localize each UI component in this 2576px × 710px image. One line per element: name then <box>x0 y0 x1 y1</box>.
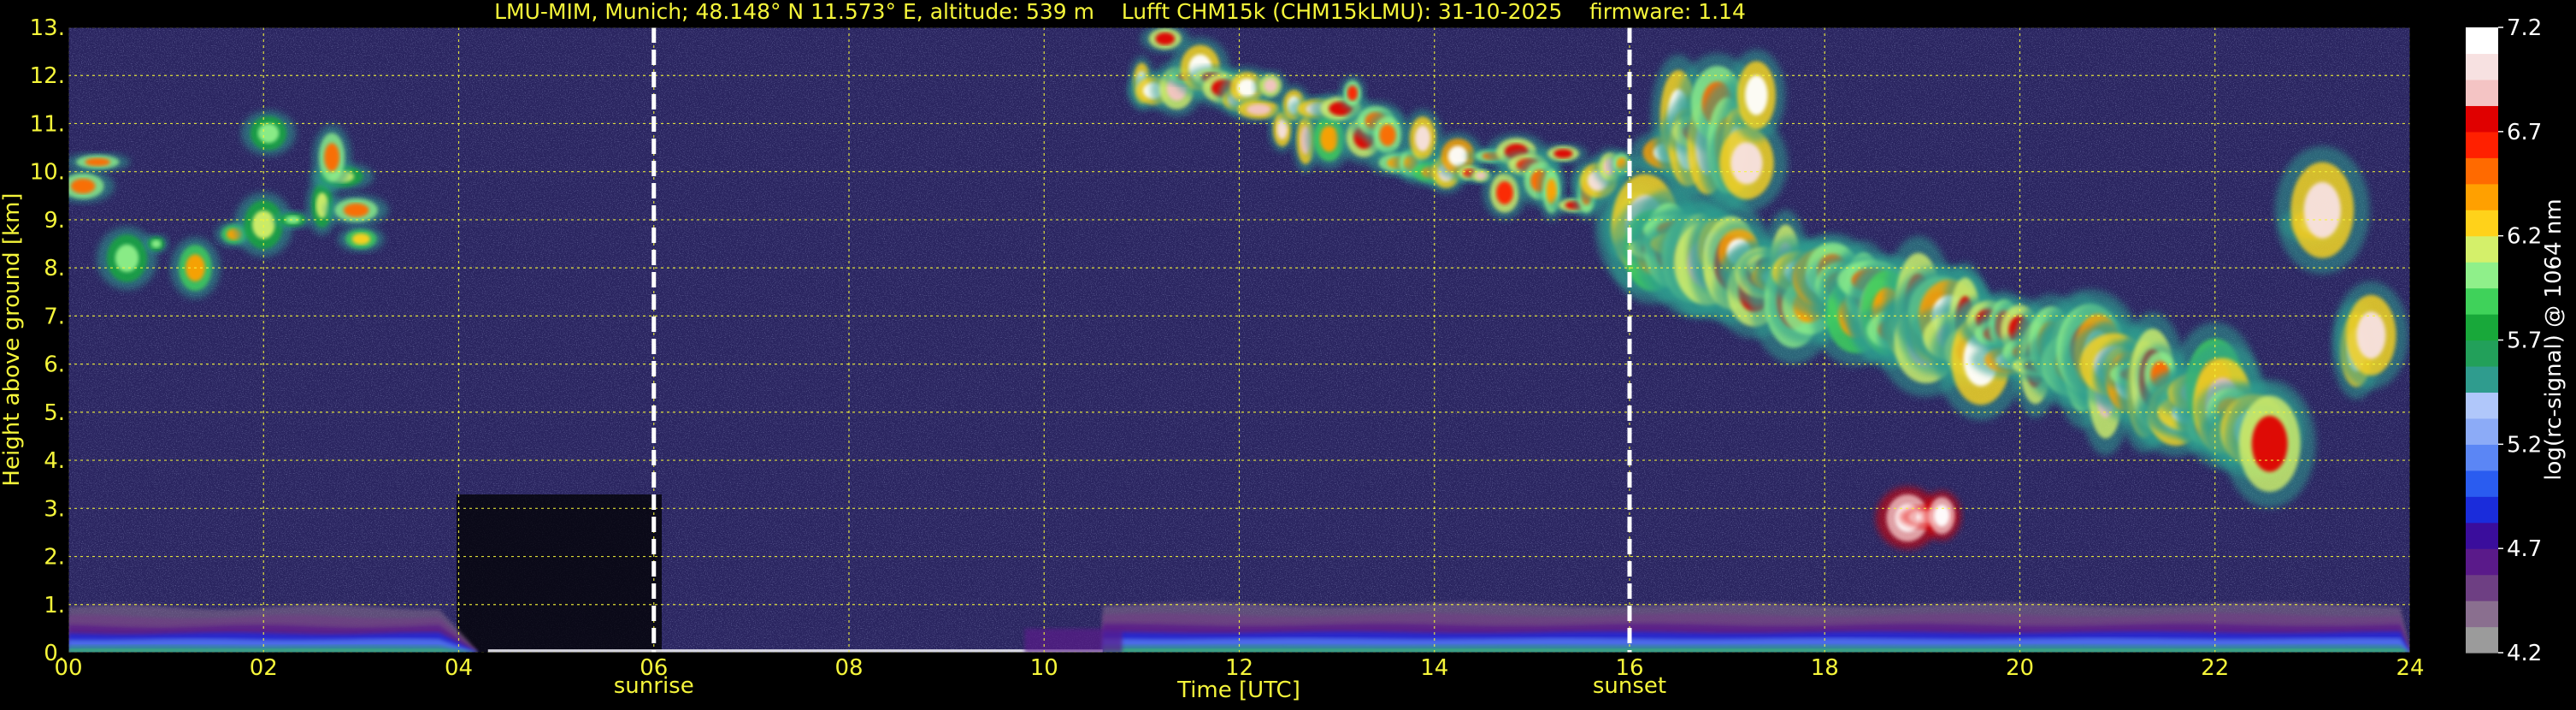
y-tick-label: 7. <box>44 304 65 329</box>
colorbar-tick-label: 6.2 <box>2507 224 2542 250</box>
colorbar-segment <box>2466 522 2498 549</box>
colorbar-segment <box>2466 157 2498 185</box>
x-tick-label: 14 <box>1420 655 1448 681</box>
colorbar-segment <box>2466 235 2498 263</box>
cloud-core <box>257 123 280 144</box>
colorbar-segment <box>2466 444 2498 471</box>
colorbar-segment <box>2466 131 2498 158</box>
y-tick-label: 2. <box>44 545 65 571</box>
cloud-core <box>1347 86 1358 101</box>
cloud-core <box>1320 125 1338 152</box>
colorbar: 4.2 4.7 5.2 5.7 6.2 6.7 7.2 <box>2466 15 2542 666</box>
colorbar-segment <box>2466 340 2498 367</box>
colorbar-segment <box>2466 574 2498 601</box>
y-tick-label: 4. <box>44 448 65 474</box>
cloud-core <box>1745 74 1768 115</box>
cloud-core <box>85 157 110 167</box>
colorbar-segment <box>2466 53 2498 80</box>
cloud-core <box>150 240 162 248</box>
y-tick-label: 3. <box>44 496 65 522</box>
cloud-core <box>1447 145 1468 167</box>
cloud-core <box>1495 180 1513 204</box>
y-tick-label: 12. <box>30 63 65 89</box>
cloud-core <box>2303 181 2341 239</box>
y-tick-label: 10. <box>30 160 65 186</box>
x-tick-label: 18 <box>1811 655 1839 681</box>
x-tick-label: 20 <box>2006 655 2034 681</box>
x-tick-label: 24 <box>2396 655 2424 681</box>
x-tick-label: 02 <box>250 655 278 681</box>
bl-morning-band <box>68 648 479 653</box>
cloud-core <box>343 203 369 217</box>
colorbar-segment <box>2466 496 2498 524</box>
colorbar-segment <box>2466 314 2498 341</box>
colorbar-segment <box>2466 105 2498 133</box>
y-axis-label: Height above ground [km] <box>0 192 25 486</box>
ceilometer-figure: 00 02 04 06 08 10 12 14 16 18 20 22 24 0. 1. 2. 3. 4. 5. 6.… <box>0 0 2576 707</box>
cloud-core <box>324 143 340 172</box>
colorbar-segment <box>2466 548 2498 576</box>
y-tick-label: 5. <box>44 400 65 426</box>
sunrise-label: sunrise <box>614 673 694 699</box>
colorbar-segment <box>2466 210 2498 237</box>
colorbar-segment <box>2466 365 2498 393</box>
x-tick-label: 22 <box>2201 655 2229 681</box>
plot-area <box>68 27 2410 653</box>
y-tick-label: 0. <box>44 641 65 666</box>
cloud-core <box>1379 124 1396 146</box>
colorbar-tick-label: 5.7 <box>2507 328 2542 354</box>
colorbar-tick-label: 4.7 <box>2507 536 2542 562</box>
colorbar-tick-label: 6.7 <box>2507 120 2542 145</box>
colorbar-tick-label: 4.2 <box>2507 641 2542 666</box>
x-tick-label: 08 <box>834 655 863 681</box>
cloud-core <box>1415 125 1431 151</box>
low-noise-region <box>457 494 662 653</box>
cloud-core <box>1264 79 1277 92</box>
x-tick-label: 04 <box>445 655 473 681</box>
bl-evening-band <box>1102 648 2410 653</box>
cloud-core <box>1155 33 1175 45</box>
colorbar-segment <box>2466 262 2498 289</box>
colorbar-segment <box>2466 626 2498 654</box>
ceilometer-chart: 00 02 04 06 08 10 12 14 16 18 20 22 240.1.2.3.4.5.6.… <box>0 0 2567 703</box>
cloud-core <box>351 233 370 246</box>
y-tick-label: 6. <box>44 352 65 378</box>
cloud-core <box>1476 172 1487 180</box>
y-tick-label: 11. <box>30 111 65 137</box>
midday-aerosol <box>1024 628 1123 653</box>
colorbar-segment <box>2466 287 2498 315</box>
y-tick-label: 13. <box>30 15 65 41</box>
x-axis-label: Time [UTC] <box>1176 677 1300 703</box>
y-tick-label: 1. <box>44 593 65 618</box>
cloud-core <box>2356 311 2386 359</box>
cloud-core <box>2251 415 2288 472</box>
colorbar-segment <box>2466 79 2498 106</box>
colorbar-label: log(rc-signal) @ 1064 nm <box>2541 198 2567 480</box>
colorbar-segment <box>2466 470 2498 497</box>
colorbar-tick-label: 5.2 <box>2507 432 2542 458</box>
y-tick-label: 9. <box>44 208 65 234</box>
colorbar-tick-label: 7.2 <box>2507 15 2542 41</box>
cloud-core <box>1730 142 1763 185</box>
y-tick-label: 8. <box>44 256 65 281</box>
sunset-label: sunset <box>1593 673 1666 699</box>
colorbar-segment <box>2466 27 2498 55</box>
cloud-core <box>1246 104 1271 115</box>
colorbar-segment <box>2466 183 2498 210</box>
x-tick-label: 10 <box>1030 655 1058 681</box>
colorbar-segment <box>2466 392 2498 419</box>
cloud-core <box>1553 149 1573 158</box>
chart-title: LMU-MIM, Munich; 48.148° N 11.573° E, al… <box>494 0 1746 24</box>
cloud-core <box>70 178 96 194</box>
colorbar-segment <box>2466 417 2498 445</box>
colorbar-segment <box>2466 601 2498 628</box>
